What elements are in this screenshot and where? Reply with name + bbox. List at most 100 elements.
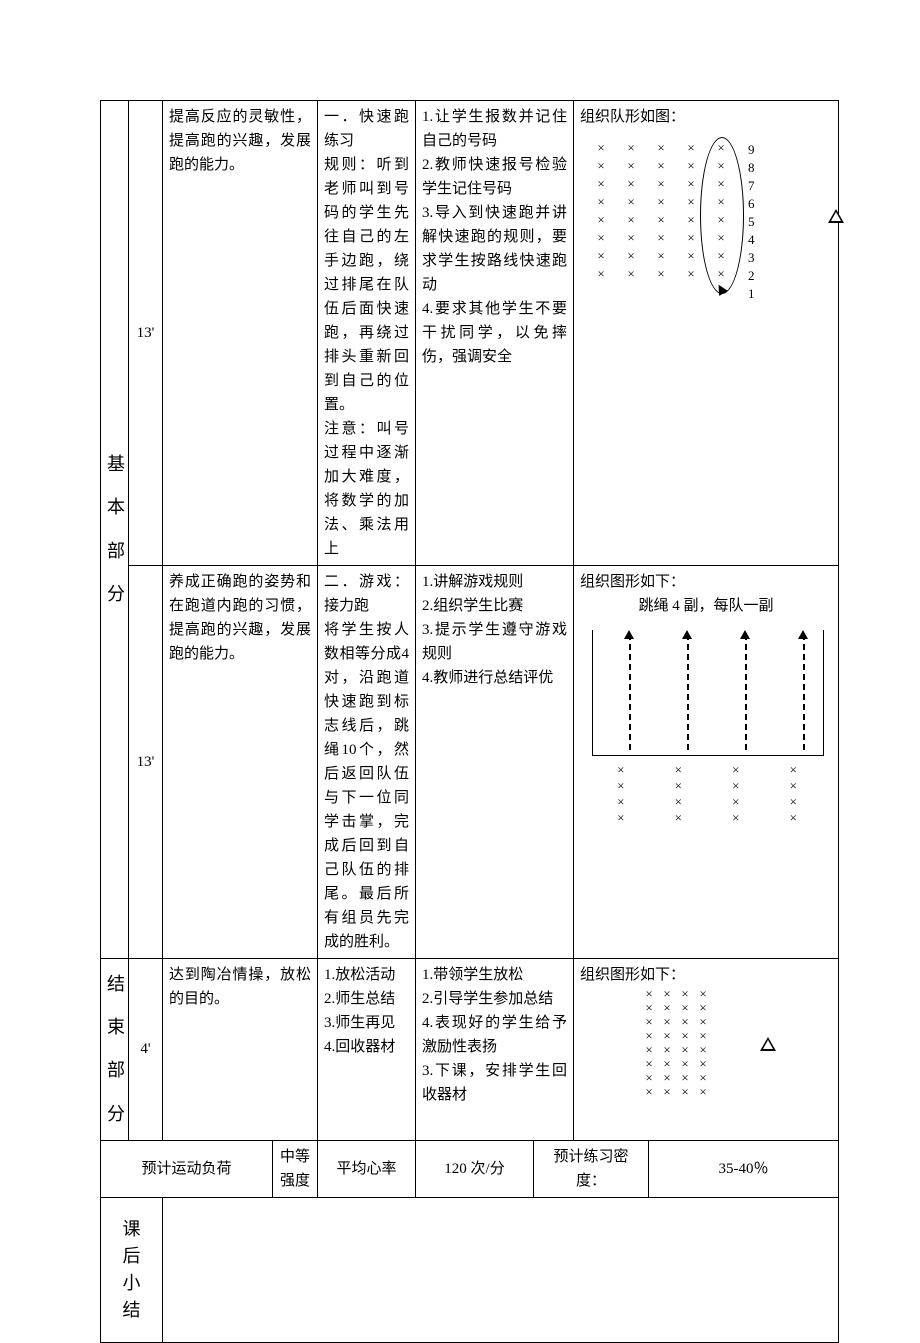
lane-line <box>803 634 805 750</box>
x-mark: × <box>646 141 676 159</box>
x-mark: × <box>640 1057 658 1071</box>
time-cell: 13' <box>129 101 163 566</box>
table-row: 13' 养成正确跑的姿势和在跑道内跑的习惯，提高跑的兴趣，发展跑的能力。 二．游… <box>101 566 839 959</box>
content-cell: 二．游戏：接力跑 将学生按人数相等分成4对，沿跑道快速跑到标志线后，跳绳10个，… <box>318 566 416 959</box>
formation-diagram-3: ×××××××××××××××××××××××××××××××× <box>580 987 850 1127</box>
x-mark: × <box>640 1085 658 1099</box>
x-mark: × <box>646 177 676 195</box>
list-item: 4.教师进行总结评优 <box>422 666 567 690</box>
x-mark: × <box>650 762 708 778</box>
x-mark: × <box>676 159 706 177</box>
x-mark: × <box>676 1029 694 1043</box>
list-item: 4.要求其他学生不要干扰同学，以免摔伤，强调安全 <box>422 297 567 369</box>
x-mark: × <box>616 213 646 231</box>
section-label-basic: 基 本 部 分 <box>101 101 129 959</box>
x-mark: × <box>646 213 676 231</box>
goal-cell: 达到陶冶情操，放松的目的。 <box>163 959 318 1141</box>
arrowhead-icon <box>798 630 808 639</box>
arrowhead-icon <box>740 630 750 639</box>
x-mark: × <box>640 987 658 1001</box>
x-mark: × <box>586 249 616 267</box>
teaching-cell: 1.让学生报数并记住自己的号码 2.教师快速报号检验学生记住号码 3.导入到快速… <box>416 101 574 566</box>
lesson-plan-table: 基 本 部 分 13' 提高反应的灵敏性，提高跑的兴趣，发展跑的能力。 一．快速… <box>100 100 839 1343</box>
lane-line <box>629 634 631 750</box>
list-item: 4.表现好的学生给予激励性表扬 <box>422 1011 567 1059</box>
x-mark: × <box>707 778 765 794</box>
x-mark: × <box>676 1015 694 1029</box>
organization-cell: 组织图形如下： 跳绳 4 副，每队一副 ×××××××××××××××× <box>574 566 839 959</box>
x-mark: × <box>646 267 676 285</box>
hr-label: 平均心率 <box>318 1140 416 1197</box>
x-mark: × <box>592 778 650 794</box>
x-mark: × <box>616 267 646 285</box>
x-mark: × <box>592 762 650 778</box>
hr-value: 120 次/分 <box>416 1140 534 1197</box>
time-cell: 13' <box>129 566 163 959</box>
x-mark: × <box>707 762 765 778</box>
load-label: 预计运动负荷 <box>101 1140 273 1197</box>
x-mark: × <box>676 267 706 285</box>
track-box <box>592 630 824 756</box>
list-item: 2.组织学生比赛 <box>422 594 567 618</box>
x-block: ×××××××××××××××××××××××××××××××× <box>640 987 712 1099</box>
x-mark: × <box>586 231 616 249</box>
x-mark: × <box>707 794 765 810</box>
x-mark: × <box>676 1001 694 1015</box>
x-mark: × <box>658 1071 676 1085</box>
x-mark: × <box>676 1071 694 1085</box>
x-mark: × <box>694 1015 712 1029</box>
list-item: 3.提示学生遵守游戏规则 <box>422 618 567 666</box>
x-mark: × <box>694 1085 712 1099</box>
x-mark: × <box>586 159 616 177</box>
lane-line <box>745 634 747 750</box>
x-mark: × <box>676 1043 694 1057</box>
x-mark: × <box>694 987 712 1001</box>
number-column: 98 76 54 32 1 <box>748 141 755 303</box>
x-mark: × <box>676 1057 694 1071</box>
x-mark: × <box>694 1029 712 1043</box>
summary-label: 课 后 小 结 <box>101 1197 163 1342</box>
formation-diagram-1: ××××××××××××××××××××××××××××××××××××××××… <box>580 129 850 319</box>
x-mark: × <box>765 810 823 826</box>
x-mark: × <box>640 1043 658 1057</box>
org-subtitle: 跳绳 4 副，每队一副 <box>580 594 832 618</box>
list-item: 3.导入到快速跑并讲解快速跑的规则，要求学生按路线快速跑动 <box>422 201 567 297</box>
x-mark: × <box>658 1001 676 1015</box>
org-title: 组织队形如图： <box>580 105 832 129</box>
x-mark: × <box>658 1029 676 1043</box>
table-row: 基 本 部 分 13' 提高反应的灵敏性，提高跑的兴趣，发展跑的能力。 一．快速… <box>101 101 839 566</box>
x-mark: × <box>694 1057 712 1071</box>
time-cell: 4' <box>129 959 163 1141</box>
list-item: 4.回收器材 <box>324 1035 409 1059</box>
x-mark: × <box>658 1015 676 1029</box>
x-mark: × <box>592 810 650 826</box>
x-mark: × <box>592 794 650 810</box>
summary-row: 课 后 小 结 <box>101 1197 839 1342</box>
x-mark: × <box>586 267 616 285</box>
x-mark: × <box>586 141 616 159</box>
x-mark: × <box>658 987 676 1001</box>
x-mark: × <box>586 213 616 231</box>
load-value: 中等强度 <box>273 1140 318 1197</box>
formation-diagram-2: ×××××××××××××××× <box>580 618 850 848</box>
org-title: 组织图形如下： <box>580 570 832 594</box>
density-label: 预计练习密度： <box>534 1140 649 1197</box>
list-item: 3.下课，安排学生回收器材 <box>422 1059 567 1107</box>
x-mark: × <box>676 987 694 1001</box>
list-item: 2.师生总结 <box>324 987 409 1011</box>
x-mark: × <box>676 141 706 159</box>
content-cell: 一．快速跑练习 规则：听到老师叫到号码的学生先往自己的左手边跑，绕过排尾在队伍后… <box>318 101 416 566</box>
list-item: 1.让学生报数并记住自己的号码 <box>422 105 567 153</box>
running-path-oval <box>700 137 744 294</box>
x-mark: × <box>616 231 646 249</box>
x-mark: × <box>616 177 646 195</box>
list-item: 2.引导学生参加总结 <box>422 987 567 1011</box>
x-mark: × <box>616 195 646 213</box>
x-mark: × <box>658 1057 676 1071</box>
content-heading: 二．游戏：接力跑 <box>324 570 409 618</box>
arrowhead-icon <box>624 630 634 639</box>
lane-line <box>687 634 689 750</box>
list-item: 2.教师快速报号检验学生记住号码 <box>422 153 567 201</box>
list-item: 1.放松活动 <box>324 963 409 987</box>
x-mark: × <box>765 778 823 794</box>
